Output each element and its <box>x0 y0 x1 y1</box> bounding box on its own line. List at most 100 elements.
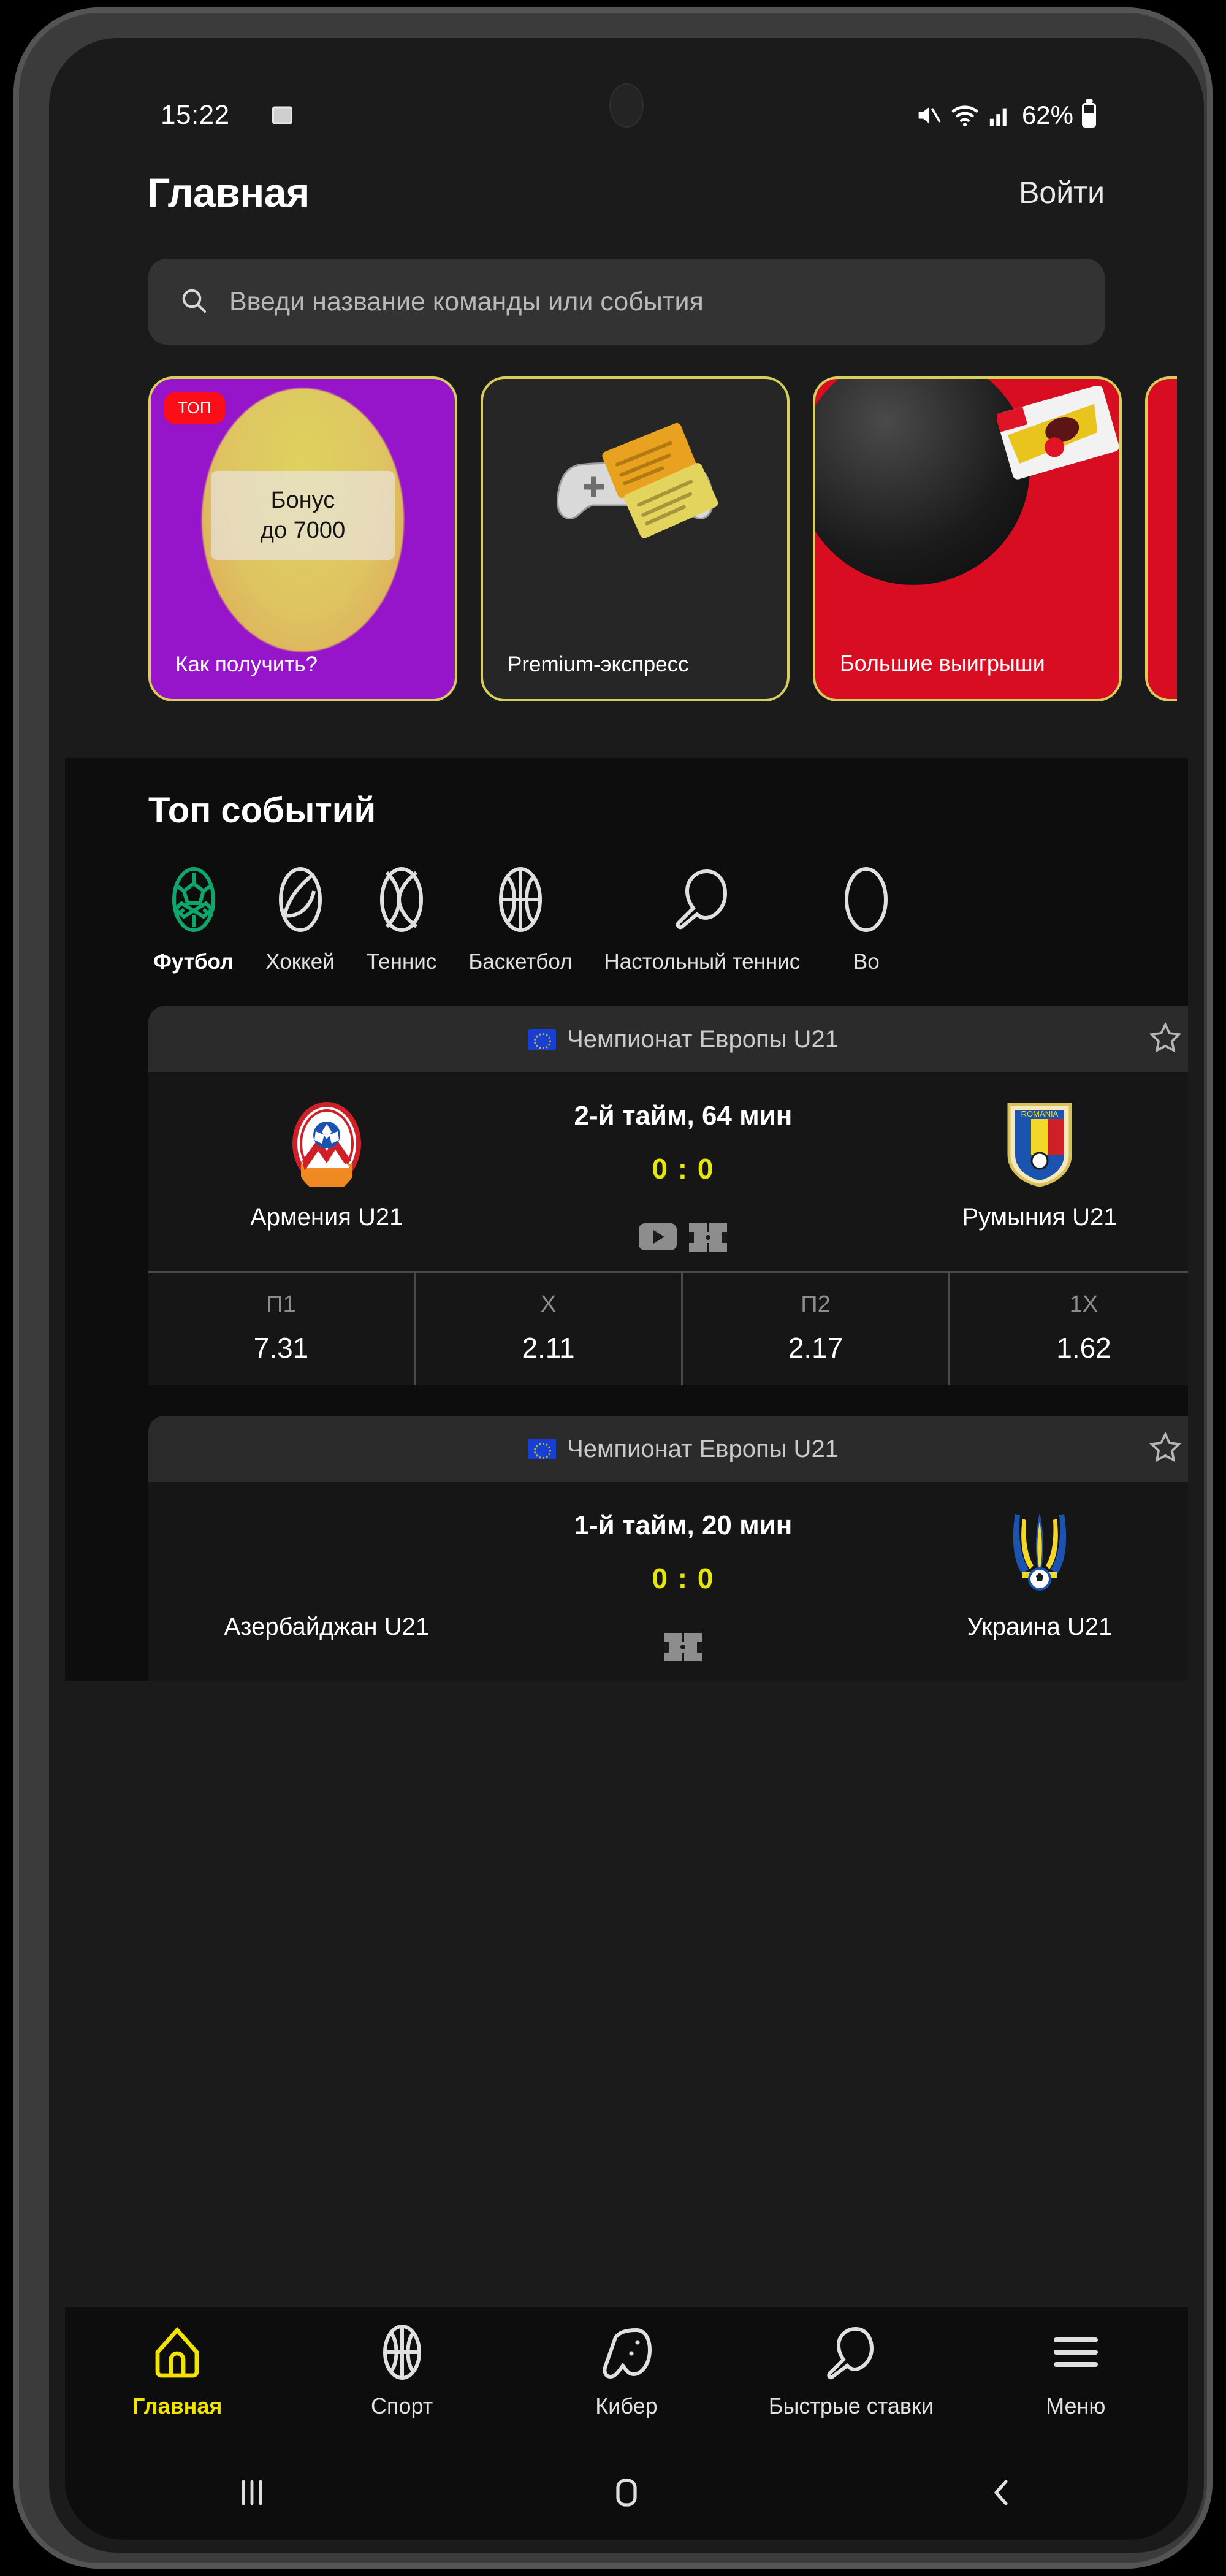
odds-cell[interactable]: X 2.11 <box>416 1273 683 1385</box>
favorite-star-icon[interactable] <box>1148 1021 1182 1058</box>
sport-tab-tennis[interactable]: Теннис <box>351 865 453 974</box>
sport-tab-label: Хоккей <box>265 950 335 974</box>
sport-tab-label: Настольный теннис <box>604 950 801 974</box>
nav-item-label: Меню <box>1046 2393 1106 2418</box>
nav-item-cyber[interactable]: Кибер <box>514 2323 739 2419</box>
sport-tab-label: Теннис <box>366 950 437 974</box>
status-badge: ТОП <box>164 392 226 424</box>
promo-headline: Бонус до 7000 <box>211 471 395 560</box>
tennis-ball-icon <box>380 867 424 932</box>
nav-item-label: Быстрые ставки <box>768 2393 934 2418</box>
home-team: Армения U21 <box>148 1101 505 1233</box>
nav-item-quick-bets[interactable]: Быстрые ставки <box>739 2323 963 2419</box>
away-team-name: Украина U21 <box>967 1613 1113 1640</box>
search-section: Введи название команды или события <box>65 242 1188 345</box>
signal-bars-icon <box>988 104 1011 127</box>
nav-item-label: Спорт <box>370 2393 433 2418</box>
phone-inner-bezel: 15:22 62% Главная Войти Введи название к… <box>49 38 1204 2553</box>
phone-screen: 15:22 62% Главная Войти Введи название к… <box>65 52 1188 2540</box>
league-name-label: Чемпионат Европы U21 <box>567 1025 839 1053</box>
nav-item-sport[interactable]: Спорт <box>289 2323 514 2419</box>
odds-value: 2.11 <box>522 1332 575 1364</box>
basketball-icon <box>383 2325 421 2380</box>
sport-tab-hockey[interactable]: Хоккей <box>249 865 350 974</box>
favorite-star-icon[interactable] <box>1148 1431 1182 1468</box>
svg-text:ROMÂNIA: ROMÂNIA <box>1021 1109 1059 1118</box>
promo-card-label: Как получить? <box>175 652 318 677</box>
odds-value: 1.62 <box>1056 1332 1111 1364</box>
basketball-icon <box>498 867 542 932</box>
match-card-body: Армения U21 2-й тайм, 64 мин 0 : 0 ROMÂN… <box>148 1072 1188 1271</box>
eu-flag-icon <box>528 1439 557 1459</box>
screenshot-root: 15:22 62% Главная Войти Введи название к… <box>0 0 1226 2576</box>
home-team-name: Армения U21 <box>250 1204 403 1231</box>
sport-tab-label: Баскетбол <box>468 950 573 974</box>
android-system-nav <box>65 2448 1188 2540</box>
match-card[interactable]: Чемпионат Европы U21 Азербайджан U21 1-й… <box>148 1416 1188 1681</box>
money-cards-graphic <box>997 386 1119 480</box>
odds-cell[interactable]: П1 7.31 <box>148 1273 416 1385</box>
top-events-section: Топ событий Футбол Хоккей Теннис Баскетб… <box>65 758 1188 1681</box>
sport-tab-basketball[interactable]: Баскетбол <box>452 865 588 974</box>
league-name-label: Чемпионат Европы U21 <box>567 1435 839 1462</box>
promo-card-bonus[interactable]: ТОП Бонус до 7000 Как получить? <box>148 376 457 701</box>
match-center: 1-й тайм, 20 мин 0 : 0 <box>505 1510 862 1661</box>
odds-row: П1 7.31 X 2.11 П2 2.17 1X 1.62 <box>148 1271 1188 1385</box>
match-list: Чемпионат Европы U21 Армения U21 2-й тай… <box>65 974 1188 1681</box>
romania-crest-icon: ROMÂNIA <box>1007 1103 1072 1187</box>
odds-cell[interactable]: П2 2.17 <box>683 1273 950 1385</box>
odds-value: 7.31 <box>253 1332 309 1364</box>
eu-flag-icon <box>528 1029 557 1050</box>
sport-tab-volleyball[interactable]: Во <box>816 865 916 974</box>
odds-key: 1X <box>1069 1291 1098 1317</box>
promo-card-next-peek[interactable] <box>1145 376 1177 701</box>
image-icon <box>272 106 292 124</box>
odds-cell[interactable]: 1X 1.62 <box>950 1273 1188 1385</box>
search-placeholder: Введи название команды или события <box>229 286 704 316</box>
status-bar-indicators: 62% <box>915 101 1096 130</box>
promo-carousel[interactable]: ТОП Бонус до 7000 Как получить? Premium-… <box>65 345 1188 758</box>
app-header: Главная Войти <box>65 143 1188 242</box>
sports-tab-strip[interactable]: Футбол Хоккей Теннис Баскетбол Настольны… <box>65 831 1188 974</box>
back-chevron-icon[interactable] <box>979 2471 1023 2518</box>
phone-frame: 15:22 62% Главная Войти Введи название к… <box>13 7 1213 2569</box>
match-period: 1-й тайм, 20 мин <box>574 1510 793 1540</box>
gamepad-tickets-icon <box>557 422 718 538</box>
video-icon[interactable] <box>639 1223 677 1250</box>
away-team: Украина U21 <box>861 1510 1188 1642</box>
home-square-icon[interactable] <box>604 2471 649 2518</box>
mute-icon <box>915 103 942 128</box>
home-team: Азербайджан U21 <box>148 1510 505 1642</box>
match-card-header: Чемпионат Европы U21 <box>148 1416 1188 1482</box>
pitch-stats-icon[interactable] <box>664 1633 702 1661</box>
home-icon <box>155 2326 199 2378</box>
match-card-header: Чемпионат Европы U21 <box>148 1006 1188 1072</box>
promo-card-premium-express[interactable]: Premium-экспресс <box>481 376 790 701</box>
promo-card-big-wins[interactable]: Большие выигрыши <box>813 376 1122 701</box>
home-team-logo-placeholder <box>289 1510 365 1596</box>
login-button[interactable]: Войти <box>1019 175 1105 210</box>
sport-tab-football[interactable]: Футбол <box>137 865 249 974</box>
section-title: Топ событий <box>148 790 376 830</box>
camera-punch-hole <box>609 83 644 128</box>
status-bar-clock: 15:22 <box>161 100 230 130</box>
wifi-icon <box>951 104 979 127</box>
hamburger-menu-icon <box>1053 2337 1098 2367</box>
away-team: ROMÂNIA Румыния U21 <box>861 1101 1188 1233</box>
search-input[interactable]: Введи название команды или события <box>148 259 1105 345</box>
search-icon <box>179 286 208 318</box>
match-score: 0 : 0 <box>652 1153 715 1185</box>
match-card[interactable]: Чемпионат Европы U21 Армения U21 2-й тай… <box>148 1006 1188 1385</box>
sport-tab-table-tennis[interactable]: Настольный теннис <box>588 865 816 974</box>
football-icon <box>172 867 215 932</box>
sport-tab-label: Футбол <box>153 950 234 974</box>
pitch-stats-icon[interactable] <box>689 1223 728 1252</box>
nav-item-menu[interactable]: Меню <box>964 2323 1188 2419</box>
nav-item-home[interactable]: Главная <box>65 2323 289 2419</box>
recents-icon[interactable] <box>230 2471 274 2518</box>
odds-key: X <box>540 1291 557 1317</box>
match-score: 0 : 0 <box>652 1562 715 1594</box>
odds-key: П2 <box>801 1291 831 1317</box>
gamepad-icon <box>603 2328 652 2379</box>
battery-icon <box>1082 103 1096 128</box>
